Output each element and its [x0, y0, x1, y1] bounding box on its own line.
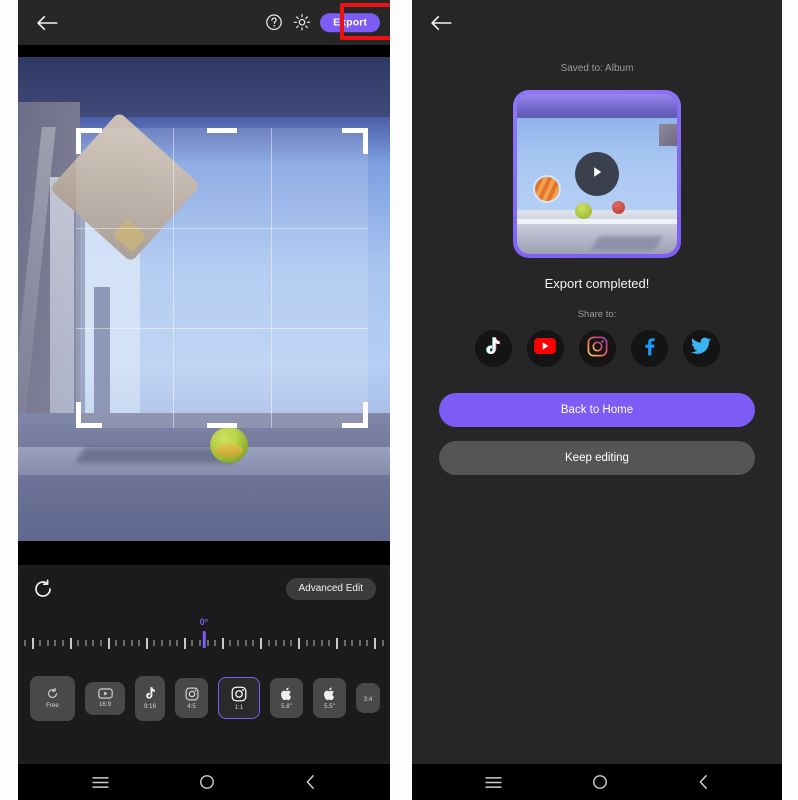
- crop-handle-bottom-right[interactable]: [363, 402, 368, 428]
- help-circle-icon[interactable]: [264, 13, 283, 32]
- letterbox-top: [18, 45, 390, 57]
- share-targets-row: [412, 330, 782, 367]
- menu-recents-icon[interactable]: [484, 776, 503, 789]
- tiktok-icon: [484, 336, 503, 362]
- ratio-chip-16-9[interactable]: 16:9: [85, 681, 125, 715]
- thumbnail-play-button[interactable]: [575, 152, 619, 196]
- reset-rotate-icon[interactable]: [32, 578, 54, 600]
- screenshot-stage: Export Advanced Edit 0° Free 16:9 9:16 4…: [0, 0, 798, 800]
- export-status-label: Export completed!: [544, 276, 650, 291]
- scene-ball: [210, 427, 248, 463]
- saved-to-label: Saved to: Album: [560, 63, 634, 74]
- back-chevron-icon[interactable]: [697, 774, 710, 790]
- instagram-icon: [231, 686, 247, 702]
- ratio-chip-58in[interactable]: 5.8": [270, 678, 303, 718]
- editor-screen: Export Advanced Edit 0° Free 16:9 9:16 4…: [18, 0, 390, 800]
- home-circle-icon[interactable]: [592, 774, 608, 790]
- rotation-ruler[interactable]: 0°: [18, 617, 390, 663]
- ratio-chip-9-16[interactable]: 9:16: [135, 675, 165, 721]
- ratio-chip-label: 4:5: [187, 703, 196, 710]
- advanced-edit-button[interactable]: Advanced Edit: [285, 578, 376, 600]
- ratio-chip-label: 5.8": [281, 703, 292, 710]
- back-arrow-icon[interactable]: [430, 15, 452, 31]
- ratio-chip-label: 9:16: [143, 704, 157, 710]
- twitter-icon: [690, 337, 712, 360]
- share-button-tiktok[interactable]: [474, 330, 512, 367]
- crop-handle-top-left[interactable]: [76, 128, 81, 154]
- share-button-twitter[interactable]: [682, 330, 720, 367]
- crop-tools-panel: Advanced Edit 0° Free 16:9 9:16 4:5 1:1 …: [18, 565, 390, 761]
- tiktok-icon: [144, 686, 157, 701]
- tools-top-row: Advanced Edit: [18, 565, 390, 613]
- export-topbar: [412, 0, 782, 45]
- share-button-youtube[interactable]: [526, 330, 564, 367]
- share-button-facebook[interactable]: [630, 330, 668, 367]
- crop-handle-top-mid[interactable]: [207, 128, 237, 133]
- keep-editing-button[interactable]: Keep editing: [439, 441, 755, 475]
- ratio-chip-free[interactable]: Free: [30, 675, 75, 721]
- menu-recents-icon[interactable]: [91, 776, 110, 789]
- topbar-actions: Export: [264, 12, 380, 33]
- crop-frame[interactable]: [76, 128, 368, 428]
- play-icon: [589, 164, 605, 185]
- video-preview-area[interactable]: [18, 45, 390, 565]
- ratio-chip-4-5[interactable]: 4:5: [175, 678, 208, 718]
- free-crop-icon: [46, 687, 59, 700]
- aspect-ratio-list[interactable]: Free 16:9 9:16 4:5 1:1 5.8" 5.5" 3:4: [18, 669, 390, 727]
- youtube-icon: [534, 338, 556, 359]
- thumbnail-image: [517, 94, 677, 254]
- facebook-icon: [639, 336, 659, 361]
- apple-icon: [323, 686, 336, 701]
- export-button[interactable]: Export: [320, 12, 380, 33]
- ruler-needle: [202, 631, 206, 648]
- apple-icon: [280, 686, 293, 701]
- home-circle-icon[interactable]: [199, 774, 215, 790]
- youtube-icon: [97, 688, 113, 699]
- thumb-ball-green: [575, 203, 592, 219]
- export-complete-screen: Saved to: Album Export completed! Share …: [412, 0, 782, 800]
- back-chevron-icon[interactable]: [304, 774, 317, 790]
- letterbox-bottom: [18, 541, 390, 553]
- ratio-chip-label: 1:1: [234, 704, 244, 711]
- crop-handle-bottom-left[interactable]: [76, 402, 81, 428]
- share-button-instagram[interactable]: [578, 330, 616, 367]
- android-navbar-left: [18, 764, 390, 800]
- ratio-chip-label: 3:4: [363, 696, 373, 703]
- share-to-label: Share to:: [577, 309, 617, 320]
- thumb-ball-red: [612, 201, 625, 214]
- instagram-icon: [185, 687, 199, 701]
- ratio-chip-55in[interactable]: 5.5": [313, 678, 346, 718]
- ratio-chip-1-1[interactable]: 1:1: [218, 677, 260, 719]
- crop-handle-bottom-mid[interactable]: [207, 423, 237, 428]
- export-thumbnail[interactable]: [513, 90, 681, 258]
- gear-icon[interactable]: [292, 13, 311, 32]
- ratio-chip-3-4[interactable]: 3:4: [356, 683, 380, 713]
- thumb-ball-orange: [535, 177, 559, 201]
- back-to-home-button[interactable]: Back to Home: [439, 393, 755, 427]
- export-body: Saved to: Album Export completed! Share …: [412, 45, 782, 764]
- editor-topbar: Export: [18, 0, 390, 45]
- ratio-chip-label: 16:9: [98, 702, 112, 708]
- android-navbar-right: [412, 764, 782, 800]
- instagram-icon: [587, 336, 608, 362]
- ratio-chip-label: 5.5": [324, 703, 335, 710]
- crop-handle-top-right[interactable]: [363, 128, 368, 154]
- rotation-value-label: 0°: [199, 617, 209, 627]
- ratio-chip-label: Free: [46, 703, 59, 709]
- back-arrow-icon[interactable]: [36, 15, 58, 31]
